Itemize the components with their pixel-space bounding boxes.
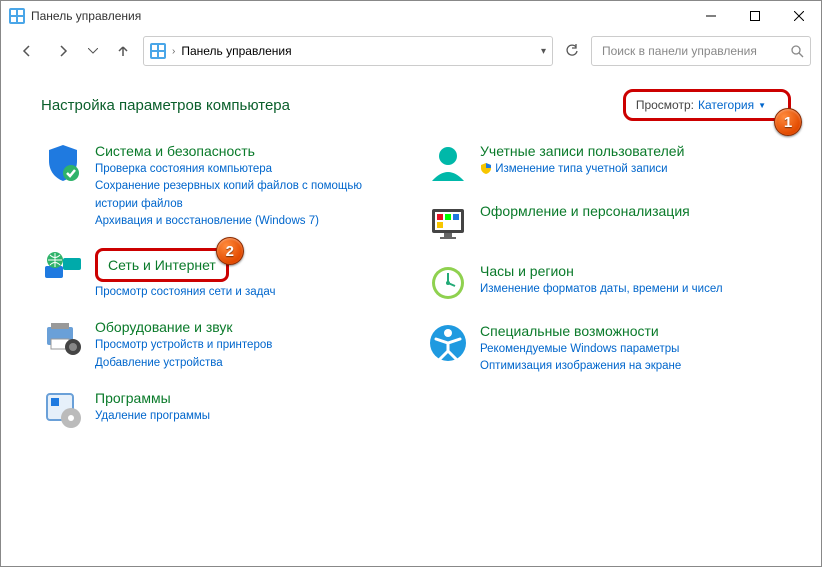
uac-shield-icon	[480, 162, 492, 174]
category-network-internet: Сеть и Интернет 2 Просмотр состояния сет…	[41, 246, 406, 301]
forward-button[interactable]	[47, 37, 79, 65]
chevron-down-icon: ▼	[758, 101, 766, 110]
chevron-down-icon[interactable]: ▾	[541, 46, 546, 57]
minimize-button[interactable]	[689, 1, 733, 31]
category-link[interactable]: Архивация и восстановление (Windows 7)	[95, 213, 406, 230]
back-button[interactable]	[11, 37, 43, 65]
address-bar[interactable]: › Панель управления ▾	[143, 36, 553, 66]
category-accessibility: Специальные возможности Рекомендуемые Wi…	[426, 321, 791, 376]
category-title[interactable]: Система и безопасность	[95, 143, 406, 159]
category-link[interactable]: Добавление устройства	[95, 355, 272, 372]
titlebar: Панель управления	[1, 1, 821, 31]
user-accounts-icon	[426, 141, 470, 185]
category-title-highlight[interactable]: Сеть и Интернет 2	[95, 248, 229, 282]
category-link[interactable]: Изменение типа учетной записи	[480, 161, 684, 178]
view-selector-highlight: Просмотр: Категория ▼ 1	[623, 89, 791, 121]
search-placeholder: Поиск в панели управления	[602, 44, 790, 58]
category-title[interactable]: Специальные возможности	[480, 323, 681, 339]
left-column: Система и безопасность Проверка состояни…	[41, 141, 406, 448]
category-user-accounts: Учетные записи пользователей Изменение т…	[426, 141, 791, 185]
window-controls	[689, 1, 821, 31]
up-button[interactable]	[107, 37, 139, 65]
category-link[interactable]: Проверка состояния компьютера	[95, 161, 406, 178]
programs-icon	[41, 388, 85, 432]
category-programs: Программы Удаление программы	[41, 388, 406, 432]
category-title[interactable]: Программы	[95, 390, 210, 406]
right-column: Учетные записи пользователей Изменение т…	[426, 141, 791, 448]
view-label: Просмотр:	[636, 98, 694, 112]
personalization-icon	[426, 201, 470, 245]
annotation-badge-2: 2	[216, 237, 244, 265]
chevron-right-icon: ›	[172, 46, 175, 57]
page-title: Настройка параметров компьютера	[41, 97, 623, 114]
category-title[interactable]: Учетные записи пользователей	[480, 143, 684, 159]
content-area: Настройка параметров компьютера Просмотр…	[1, 71, 821, 448]
category-link[interactable]: Изменение форматов даты, времени и чисел	[480, 281, 723, 298]
window-title: Панель управления	[31, 9, 689, 23]
category-link[interactable]: Сохранение резервных копий файлов с помо…	[95, 178, 406, 213]
category-clock-region: Часы и регион Изменение форматов даты, в…	[426, 261, 791, 305]
control-panel-icon	[150, 43, 166, 59]
category-title[interactable]: Оформление и персонализация	[480, 203, 690, 219]
clock-icon	[426, 261, 470, 305]
category-link[interactable]: Удаление программы	[95, 408, 210, 425]
accessibility-icon	[426, 321, 470, 365]
globe-network-icon	[41, 246, 85, 290]
navigation-bar: › Панель управления ▾ Поиск в панели упр…	[1, 31, 821, 71]
annotation-badge-1: 1	[774, 108, 802, 136]
control-panel-icon	[9, 8, 25, 24]
category-title[interactable]: Часы и регион	[480, 263, 723, 279]
shield-icon	[41, 141, 85, 185]
category-link-text: Изменение типа учетной записи	[495, 163, 667, 175]
view-value-text: Категория	[698, 98, 754, 112]
category-title-text: Сеть и Интернет	[108, 257, 216, 273]
category-hardware-sound: Оборудование и звук Просмотр устройств и…	[41, 317, 406, 372]
category-link[interactable]: Просмотр состояния сети и задач	[95, 284, 275, 301]
search-box[interactable]: Поиск в панели управления	[591, 36, 811, 66]
category-appearance: Оформление и персонализация	[426, 201, 791, 245]
view-dropdown[interactable]: Категория ▼	[698, 98, 766, 112]
category-link[interactable]: Рекомендуемые Windows параметры	[480, 341, 681, 358]
printer-devices-icon	[41, 317, 85, 361]
maximize-button[interactable]	[733, 1, 777, 31]
category-link[interactable]: Просмотр устройств и принтеров	[95, 337, 272, 354]
category-title[interactable]: Оборудование и звук	[95, 319, 272, 335]
refresh-button[interactable]	[557, 36, 587, 66]
category-system-security: Система и безопасность Проверка состояни…	[41, 141, 406, 230]
recent-dropdown[interactable]	[83, 37, 103, 65]
close-button[interactable]	[777, 1, 821, 31]
breadcrumb-root[interactable]: Панель управления	[181, 44, 291, 58]
search-icon	[790, 44, 804, 58]
category-link[interactable]: Оптимизация изображения на экране	[480, 358, 681, 375]
